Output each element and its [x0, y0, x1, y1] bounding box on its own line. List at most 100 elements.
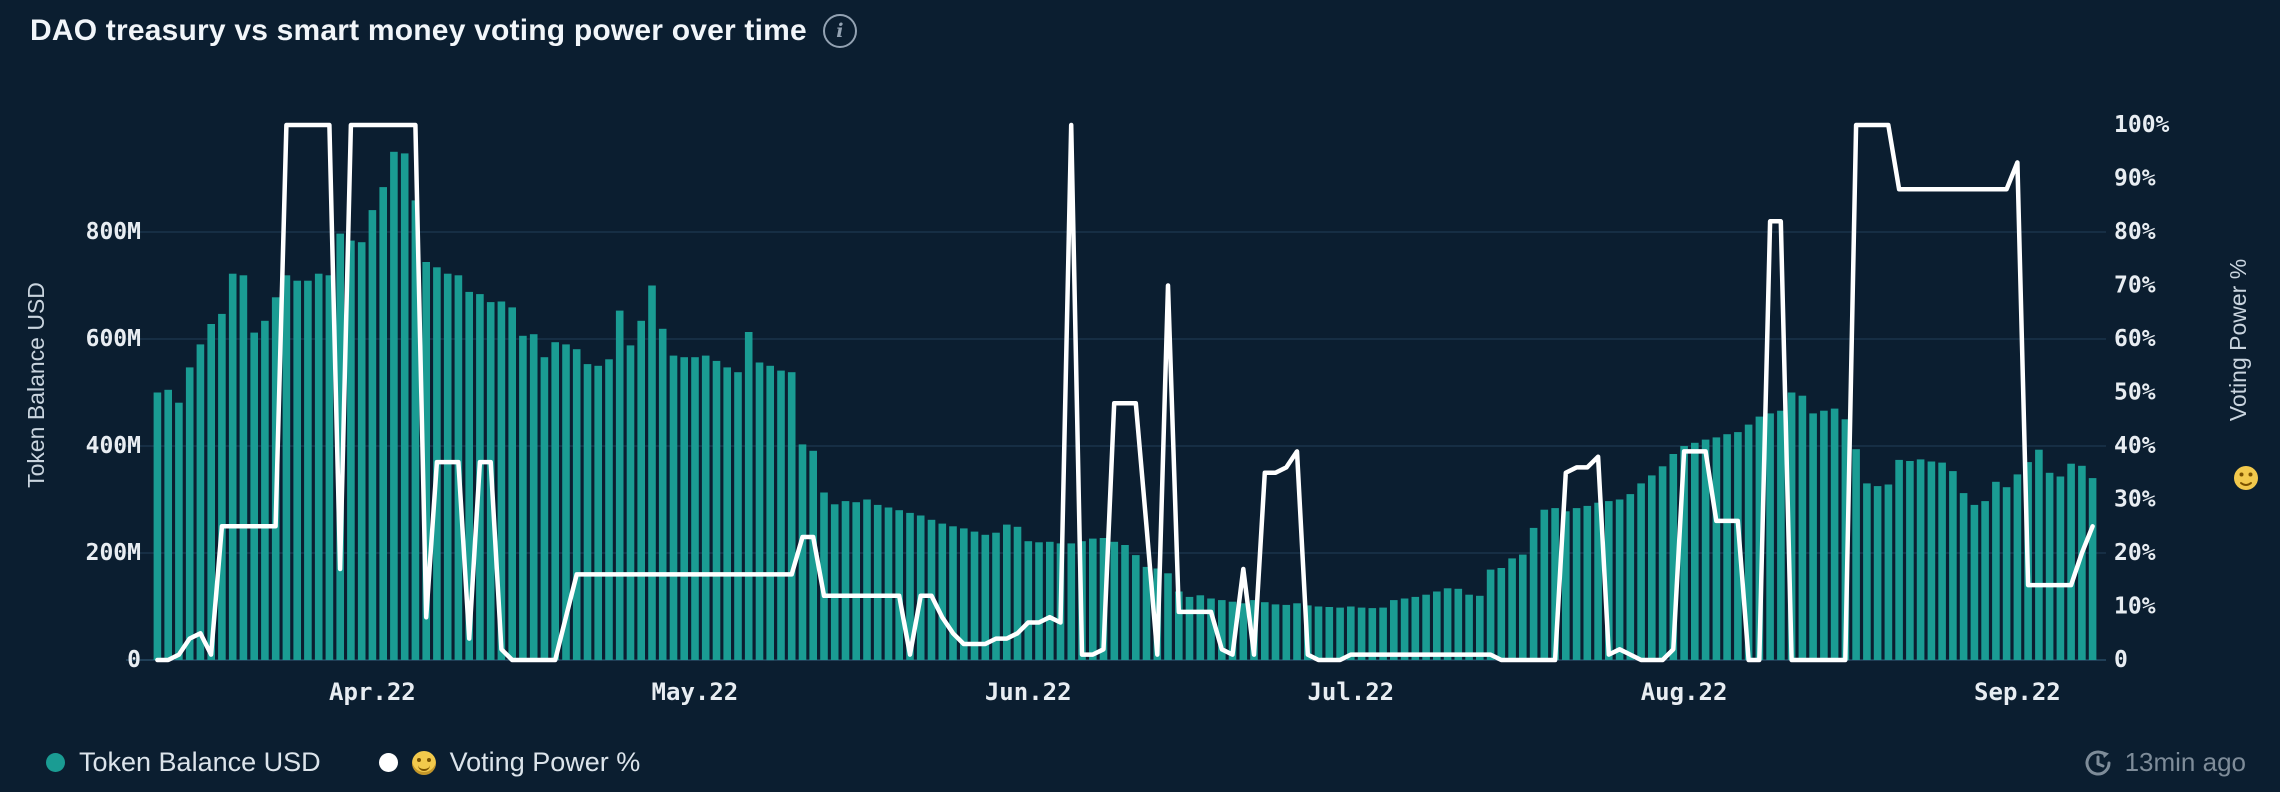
bar[interactable]: [1852, 449, 1860, 660]
bar[interactable]: [1928, 462, 1936, 661]
bar[interactable]: [1035, 542, 1043, 660]
bar[interactable]: [1508, 558, 1516, 660]
bar[interactable]: [261, 321, 269, 660]
bar[interactable]: [1412, 597, 1420, 660]
bar[interactable]: [648, 286, 656, 661]
bar[interactable]: [1068, 543, 1076, 660]
bar[interactable]: [713, 361, 721, 660]
bar[interactable]: [293, 281, 301, 660]
bar[interactable]: [1831, 409, 1839, 660]
bar[interactable]: [788, 372, 796, 660]
bar[interactable]: [1121, 545, 1129, 660]
bar[interactable]: [1186, 597, 1194, 660]
bar[interactable]: [1713, 437, 1721, 660]
bar[interactable]: [1498, 568, 1506, 660]
bar[interactable]: [1089, 539, 1097, 660]
bar[interactable]: [1895, 460, 1903, 660]
bar[interactable]: [1992, 482, 2000, 660]
bar[interactable]: [1315, 607, 1323, 661]
bar[interactable]: [1476, 596, 1484, 660]
bar[interactable]: [175, 403, 183, 660]
bar[interactable]: [326, 275, 334, 660]
bar[interactable]: [1971, 505, 1979, 660]
bar[interactable]: [1723, 434, 1731, 660]
bar[interactable]: [1981, 501, 1989, 660]
bar[interactable]: [1272, 604, 1280, 660]
bar[interactable]: [1530, 528, 1538, 660]
bar[interactable]: [734, 372, 742, 660]
bar[interactable]: [2057, 477, 2065, 661]
bar[interactable]: [637, 321, 645, 660]
bar[interactable]: [218, 314, 226, 660]
bar[interactable]: [616, 311, 624, 660]
bar[interactable]: [1874, 486, 1882, 660]
bar[interactable]: [831, 504, 839, 660]
bar[interactable]: [573, 349, 581, 660]
bar[interactable]: [1799, 396, 1807, 660]
bar[interactable]: [1283, 605, 1291, 660]
bar[interactable]: [401, 153, 409, 660]
bar[interactable]: [283, 275, 291, 660]
bar[interactable]: [852, 502, 860, 660]
bar[interactable]: [1336, 608, 1344, 660]
bar[interactable]: [949, 526, 957, 660]
last-updated[interactable]: 13min ago: [2083, 747, 2246, 778]
bar[interactable]: [379, 187, 387, 660]
bar[interactable]: [745, 332, 753, 660]
bar[interactable]: [229, 274, 237, 660]
bar[interactable]: [1659, 466, 1667, 660]
bar[interactable]: [2089, 478, 2097, 660]
legend-item-voting-power[interactable]: Voting Power %: [379, 747, 641, 778]
bar[interactable]: [2014, 474, 2022, 660]
bar[interactable]: [1917, 459, 1925, 660]
bar[interactable]: [1369, 608, 1377, 660]
bar[interactable]: [1820, 411, 1828, 660]
bar[interactable]: [659, 329, 667, 660]
bar[interactable]: [1132, 555, 1140, 660]
bar[interactable]: [1422, 595, 1430, 660]
bar[interactable]: [358, 242, 366, 660]
bar[interactable]: [1938, 463, 1946, 660]
bar[interactable]: [627, 345, 635, 660]
bar[interactable]: [584, 364, 592, 660]
bar[interactable]: [508, 307, 516, 660]
bar[interactable]: [766, 366, 774, 660]
bar[interactable]: [2067, 464, 2075, 660]
bar[interactable]: [1906, 461, 1914, 660]
bar[interactable]: [530, 334, 538, 660]
bar[interactable]: [1207, 599, 1215, 661]
bar[interactable]: [1025, 541, 1033, 660]
bar[interactable]: [1293, 603, 1301, 660]
bar[interactable]: [1960, 493, 1968, 660]
bar[interactable]: [1261, 602, 1269, 660]
bar[interactable]: [928, 520, 936, 660]
bar[interactable]: [519, 336, 527, 660]
bar[interactable]: [541, 357, 549, 660]
bar[interactable]: [1766, 413, 1774, 660]
bar[interactable]: [1358, 608, 1366, 660]
bar[interactable]: [605, 359, 613, 660]
bar[interactable]: [1637, 483, 1645, 660]
bar[interactable]: [1379, 608, 1387, 660]
bar[interactable]: [1197, 595, 1205, 660]
bar[interactable]: [1347, 607, 1355, 661]
bar[interactable]: [842, 501, 850, 660]
bar[interactable]: [1401, 599, 1409, 661]
bar[interactable]: [702, 356, 710, 660]
bar[interactable]: [680, 357, 688, 660]
bar[interactable]: [1046, 542, 1054, 660]
bar[interactable]: [2003, 487, 2011, 660]
bar[interactable]: [1014, 527, 1022, 660]
bar[interactable]: [1648, 475, 1656, 660]
bar[interactable]: [1885, 485, 1893, 661]
bar[interactable]: [2035, 450, 2043, 660]
bar[interactable]: [1433, 592, 1441, 661]
bar[interactable]: [939, 524, 947, 660]
bar[interactable]: [863, 500, 871, 661]
bar[interactable]: [670, 356, 678, 660]
bar[interactable]: [1444, 588, 1452, 660]
bar[interactable]: [971, 532, 979, 660]
bar[interactable]: [777, 371, 785, 660]
bar[interactable]: [186, 367, 194, 660]
bar[interactable]: [444, 274, 452, 660]
